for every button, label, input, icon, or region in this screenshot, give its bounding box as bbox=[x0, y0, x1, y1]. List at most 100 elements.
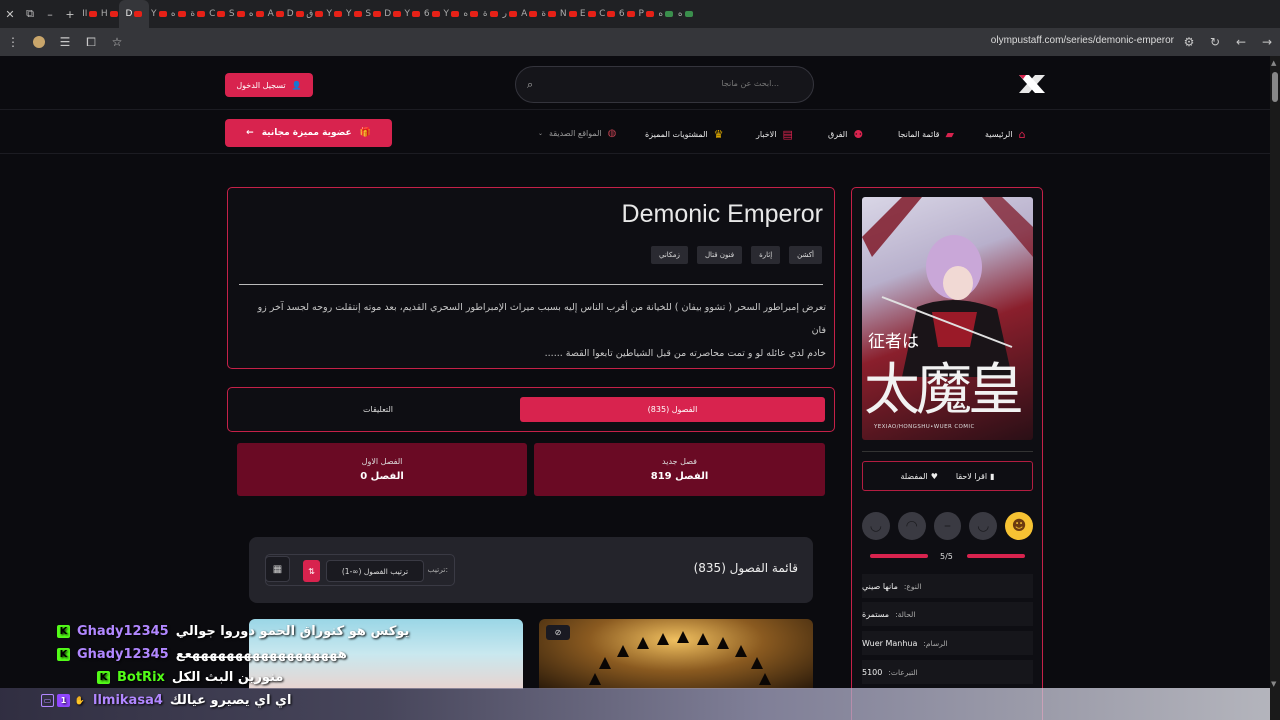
browser-tab[interactable]: ة bbox=[188, 0, 208, 28]
read-later-button[interactable]: اقرا لاحقا ▮ bbox=[956, 472, 995, 481]
sort-control: ترتيب: ترتيب الفصول (∞-1) ⇅ bbox=[265, 554, 455, 586]
browser-tab[interactable]: Y bbox=[344, 0, 364, 28]
browser-tab[interactable]: H bbox=[100, 0, 120, 28]
genre-tag[interactable]: أكشن bbox=[789, 246, 822, 264]
address-bar[interactable]: olympustaff.com/series/demonic-emperor bbox=[991, 35, 1174, 46]
favorite-button[interactable]: المفضلة ♥ bbox=[900, 472, 937, 481]
browser-tab[interactable]: N bbox=[559, 0, 579, 28]
nav-item-home[interactable]: الرئيسية ⌂ bbox=[985, 128, 1026, 141]
smile-face-icon[interactable]: ◡ bbox=[969, 512, 998, 540]
tab-label: ق bbox=[306, 9, 314, 19]
scroll-thumb[interactable] bbox=[1272, 72, 1278, 102]
browser-tab[interactable]: Y bbox=[403, 0, 423, 28]
browser-tab[interactable]: D bbox=[383, 0, 403, 28]
close-window-icon[interactable]: ✕ bbox=[0, 0, 20, 28]
sad-face-icon[interactable]: ◠ bbox=[897, 512, 926, 540]
tab-search-icon[interactable]: ☰ bbox=[52, 28, 78, 56]
browser-tab[interactable]: S bbox=[364, 0, 384, 28]
browser-tab[interactable]: Y bbox=[149, 0, 169, 28]
browser-tab[interactable]: ة bbox=[539, 0, 559, 28]
home-icon: ⌂ bbox=[1018, 128, 1026, 141]
browser-tab[interactable]: C bbox=[208, 0, 228, 28]
browser-tab[interactable]: ه bbox=[169, 0, 189, 28]
browser-tab[interactable]: Y bbox=[442, 0, 462, 28]
new-chapter-label: فصل جديد bbox=[662, 457, 697, 466]
browser-tab[interactable]: 6 bbox=[617, 0, 637, 28]
back-icon[interactable]: ← bbox=[1228, 28, 1254, 56]
forward-icon[interactable]: → bbox=[1254, 28, 1280, 56]
browser-tab[interactable]: Y bbox=[325, 0, 345, 28]
tab-comments[interactable]: التعليقات bbox=[238, 397, 518, 422]
genre-tag[interactable]: زمكاني bbox=[651, 246, 688, 264]
nav-item-premium[interactable]: المشتويات المميزة ♛ bbox=[645, 128, 724, 141]
premium-label: عضوية مميزة مجانية bbox=[261, 128, 352, 138]
browser-tab[interactable]: ه bbox=[247, 0, 267, 28]
sort-select[interactable]: ترتيب الفصول (∞-1) bbox=[326, 560, 424, 582]
browser-tab[interactable]: C bbox=[598, 0, 618, 28]
nav-item-manga-list[interactable]: قائمة المانجا ▰ bbox=[898, 128, 954, 141]
browser-tab[interactable]: E bbox=[578, 0, 598, 28]
info-status: الحالة: مستمرة bbox=[862, 602, 1033, 626]
site-header: ⌕ ابحث عن مانجا... تسجيل الدخول 👤 bbox=[0, 56, 1270, 110]
menu-dots-icon[interactable]: ⋮ bbox=[0, 28, 26, 56]
angry-face-icon[interactable]: ◡ bbox=[862, 512, 890, 540]
site-logo-icon[interactable] bbox=[1017, 73, 1047, 95]
bookmark-star-icon[interactable]: ☆ bbox=[104, 28, 130, 56]
grid-view-button[interactable]: ▦ bbox=[265, 556, 290, 582]
minimize-window-icon[interactable]: – bbox=[40, 0, 60, 28]
info-value: مانها صيني bbox=[862, 581, 898, 591]
nav-item-friend-sites[interactable]: ⌄ المواقع الصديقة ◍ bbox=[538, 128, 616, 139]
chapter-thumbnail[interactable]: ⊘ bbox=[539, 619, 813, 689]
browser-tab[interactable]: P bbox=[637, 0, 657, 28]
scroll-up-icon[interactable]: ▲ bbox=[1271, 59, 1276, 67]
restore-window-icon[interactable]: ⧉ bbox=[20, 0, 40, 28]
info-value[interactable]: Wuer Manhua bbox=[862, 639, 917, 648]
browser-tab[interactable]: ه bbox=[656, 0, 676, 28]
youtube-favicon-icon bbox=[373, 11, 382, 17]
page-scrollbar[interactable]: ▲ ▼ bbox=[1270, 56, 1280, 720]
browser-tab[interactable]: A bbox=[520, 0, 540, 28]
new-tab-icon[interactable]: + bbox=[60, 0, 80, 28]
search-input[interactable]: ⌕ ابحث عن مانجا... bbox=[515, 66, 814, 103]
tab-label: II bbox=[82, 9, 88, 19]
nav-label: الاخبار bbox=[756, 130, 777, 139]
first-chapter-card[interactable]: الفصل الاول الفصل 0 bbox=[237, 443, 527, 496]
scroll-down-icon[interactable]: ▼ bbox=[1271, 680, 1276, 688]
browser-tab[interactable]: ق bbox=[305, 0, 325, 28]
browser-tab[interactable]: ه bbox=[676, 0, 696, 28]
tab-label: ه bbox=[658, 9, 664, 19]
browser-tab[interactable]: D bbox=[286, 0, 306, 28]
grin-face-icon[interactable]: ☻ bbox=[1005, 512, 1033, 540]
browser-tab[interactable]: ة bbox=[481, 0, 501, 28]
genre-tag[interactable]: إثارة bbox=[751, 246, 781, 264]
neutral-face-icon[interactable]: – bbox=[933, 512, 962, 540]
sort-label: ترتيب: bbox=[427, 565, 448, 574]
browser-tab[interactable]: ر bbox=[500, 0, 520, 28]
browser-tab[interactable]: D bbox=[119, 0, 149, 28]
extensions-icon[interactable]: ⧠ bbox=[78, 28, 104, 56]
new-chapter-card[interactable]: فصل جديد الفصل 819 bbox=[534, 443, 825, 496]
youtube-favicon-icon bbox=[236, 11, 245, 17]
site-settings-icon[interactable]: ⚙ bbox=[1176, 28, 1202, 56]
series-cover-image[interactable]: 征者は 太魔皇 YEXIAO/HONGSHU•WUER COMIC bbox=[862, 197, 1033, 440]
chat-username: Ghady12345 bbox=[77, 647, 169, 662]
browser-tab[interactable]: S bbox=[227, 0, 247, 28]
genre-tag[interactable]: فنون قتال bbox=[696, 246, 743, 264]
sort-order-button[interactable]: ⇅ bbox=[303, 560, 320, 582]
twitch-badges: ▭ 1 ✋ bbox=[41, 694, 86, 707]
browser-tab[interactable]: ه bbox=[461, 0, 481, 28]
tab-label: A bbox=[267, 9, 274, 19]
browser-tab[interactable]: 6 bbox=[422, 0, 442, 28]
nav-item-news[interactable]: الاخبار ▤ bbox=[756, 128, 793, 141]
tab-chapters[interactable]: الفصول (835) bbox=[520, 397, 825, 422]
nav-item-teams[interactable]: الفرق ⚉ bbox=[828, 128, 863, 141]
login-button[interactable]: تسجيل الدخول 👤 bbox=[225, 73, 313, 97]
profile-avatar-icon[interactable] bbox=[26, 28, 52, 56]
tab-label: ه bbox=[170, 9, 176, 19]
browser-tab[interactable]: II bbox=[80, 0, 100, 28]
chapter-list-title: قائمة الفصول (835) bbox=[693, 561, 798, 575]
search-icon[interactable]: ⌕ bbox=[527, 78, 533, 92]
premium-membership-button[interactable]: ← عضوية مميزة مجانية 🎁 bbox=[225, 119, 392, 147]
browser-tab[interactable]: A bbox=[266, 0, 286, 28]
reload-icon[interactable]: ↻ bbox=[1202, 28, 1228, 56]
